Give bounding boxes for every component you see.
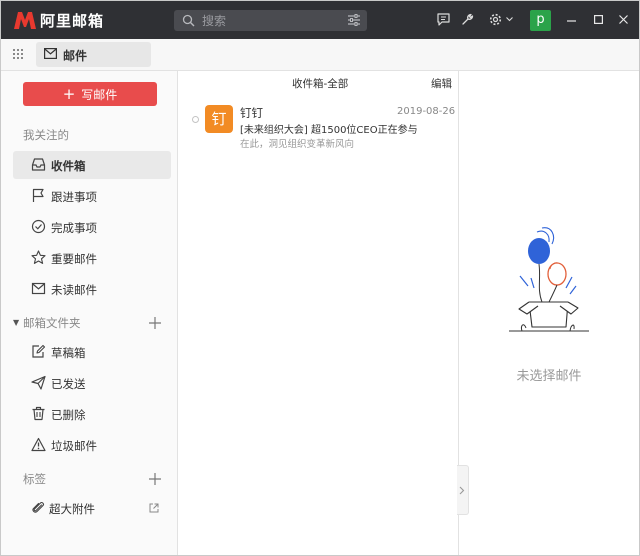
sidebar-item-label: 未读邮件 <box>51 283 97 297</box>
draft-icon <box>32 344 46 358</box>
star-icon <box>31 250 46 264</box>
chevron-down-icon[interactable] <box>506 17 513 22</box>
sidebar-item-done[interactable]: 完成事项 <box>13 213 171 241</box>
mail-icon <box>44 48 57 59</box>
sidebar-item-label: 完成事项 <box>51 221 97 235</box>
trash-icon <box>32 406 45 421</box>
external-link-icon[interactable] <box>149 503 159 513</box>
compose-button[interactable]: + 写邮件 <box>23 82 157 106</box>
flag-icon <box>32 188 44 202</box>
tab-mail[interactable]: 邮件 <box>36 42 151 67</box>
sidebar-item-large-attachments[interactable]: 超大附件 <box>13 494 171 522</box>
mail-date: 2019-08-26 <box>397 106 456 117</box>
mail-sender: 钉钉 <box>240 106 263 120</box>
plus-icon: + <box>62 84 76 103</box>
logo-m-icon <box>14 12 36 29</box>
minimize-icon[interactable] <box>567 20 576 22</box>
compose-label: 写邮件 <box>81 87 118 102</box>
paperclip-icon <box>32 502 44 513</box>
sidebar-item-sent[interactable]: 已发送 <box>13 369 171 397</box>
sidebar-item-label: 跟进事项 <box>51 190 97 204</box>
list-header: 收件箱-全部 编辑 <box>178 71 458 93</box>
wrench-icon[interactable] <box>461 13 474 26</box>
section-folders[interactable]: 邮箱文件夹 <box>23 315 81 331</box>
sidebar-item-label: 垃圾邮件 <box>51 439 97 453</box>
section-tags: 标签 <box>23 472 46 486</box>
search-filter-icon[interactable] <box>348 14 360 26</box>
empty-state-text: 未选择邮件 <box>516 369 582 384</box>
sidebar-item-spam[interactable]: 垃圾邮件 <box>13 431 171 459</box>
check-circle-icon <box>31 219 46 234</box>
tab-bar: 邮件 <box>1 39 639 71</box>
sidebar-item-drafts[interactable]: 草稿箱 <box>13 338 171 366</box>
sidebar-item-follow-up[interactable]: 跟进事项 <box>13 182 171 210</box>
envelope-icon <box>31 282 46 295</box>
mail-list-item[interactable]: 钉 钉钉 2019-08-26 [未来组织大会] 超1500位CEO正在参与 在… <box>178 99 458 151</box>
sidebar-item-inbox[interactable]: 收件箱 <box>13 151 171 179</box>
read-status-icon[interactable] <box>192 116 199 123</box>
send-icon <box>31 375 46 390</box>
user-avatar[interactable]: p <box>530 10 551 31</box>
app-window: 阿里邮箱 搜索 p 邮件 + 写邮件 我关注的 收件箱 跟进事项 完成事项 重要… <box>0 0 640 556</box>
sidebar-item-label: 草稿箱 <box>51 346 86 360</box>
sidebar-item-important[interactable]: 重要邮件 <box>13 244 171 272</box>
gear-icon[interactable] <box>489 13 502 26</box>
sidebar-item-unread[interactable]: 未读邮件 <box>13 275 171 303</box>
mail-preview: 在此，洞见组织变革新风向 <box>240 139 355 150</box>
add-folder-icon[interactable] <box>148 316 162 330</box>
search-input[interactable] <box>202 12 332 29</box>
apps-grid-icon[interactable] <box>12 48 24 60</box>
app-title: 阿里邮箱 <box>40 11 105 30</box>
caret-down-icon[interactable]: ▼ <box>13 318 19 327</box>
search-box[interactable] <box>174 10 367 31</box>
close-icon[interactable] <box>619 15 628 24</box>
add-tag-icon[interactable] <box>148 472 162 486</box>
sidebar-item-label: 收件箱 <box>51 159 86 173</box>
sidebar-item-label: 已删除 <box>51 408 86 422</box>
sidebar-item-label: 已发送 <box>51 377 86 391</box>
mail-subject: [未来组织大会] 超1500位CEO正在参与 <box>240 125 418 136</box>
section-favorites: 我关注的 <box>23 128 69 142</box>
sidebar-item-trash[interactable]: 已删除 <box>13 400 171 428</box>
list-title[interactable]: 收件箱-全部 <box>292 76 348 91</box>
sender-avatar: 钉 <box>205 105 233 133</box>
search-icon <box>182 14 195 27</box>
edit-button[interactable]: 编辑 <box>431 76 452 91</box>
tab-mail-label: 邮件 <box>63 49 88 63</box>
reading-pane: 未选择邮件 <box>459 71 639 555</box>
maximize-icon[interactable] <box>594 15 603 24</box>
chat-icon[interactable] <box>437 13 450 26</box>
sidebar-item-label: 超大附件 <box>49 502 95 516</box>
pane-collapse-handle[interactable] <box>457 465 469 515</box>
title-bar: 阿里邮箱 搜索 p <box>1 1 639 39</box>
warning-icon <box>31 437 46 452</box>
sidebar: + 写邮件 我关注的 收件箱 跟进事项 完成事项 重要邮件 未读邮件 ▼ 邮箱文… <box>1 71 178 555</box>
chevron-right-icon <box>459 486 465 495</box>
inbox-icon <box>31 158 46 171</box>
empty-balloons-illustration <box>509 227 589 332</box>
sidebar-item-label: 重要邮件 <box>51 252 97 266</box>
mail-list-pane: 收件箱-全部 编辑 钉 钉钉 2019-08-26 [未来组织大会] 超1500… <box>178 71 459 555</box>
app-logo: 阿里邮箱 <box>13 9 104 31</box>
